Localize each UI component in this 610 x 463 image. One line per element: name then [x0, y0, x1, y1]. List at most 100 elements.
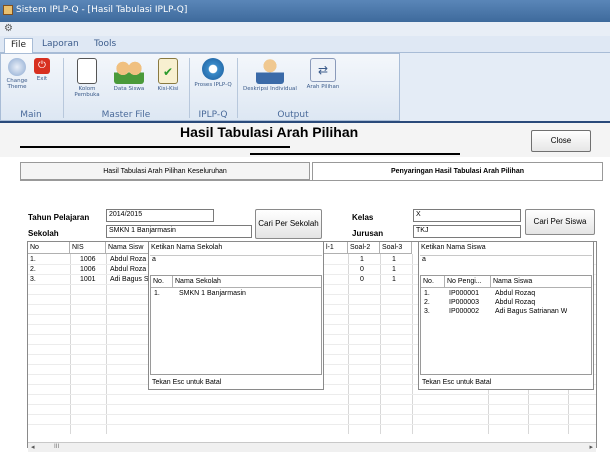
scroll-right-icon[interactable]: ▸ [589, 443, 593, 451]
col-header-no[interactable]: No [28, 242, 70, 254]
kelas-input[interactable]: X [413, 209, 521, 222]
student-popup-title: Ketikan Nama Siswa [421, 244, 486, 251]
student-col-nama[interactable]: Nama Siswa [491, 276, 591, 288]
table-cell-nama: Abdul Roza [110, 266, 147, 273]
scroll-left-icon[interactable]: ◂ [31, 443, 35, 451]
sekolah-input[interactable]: SMKN 1 Banjarmasin [106, 225, 252, 238]
ribbon: Change Theme ⏻ Exit Main Kolom Pembuka D… [0, 53, 400, 121]
list-item[interactable]: 1. [154, 289, 160, 299]
table-cell-soal-2: 0 [360, 276, 364, 283]
kisi-kisi-button[interactable]: ✔ Kisi-Kisi [151, 58, 185, 92]
kolom-pembuka-button[interactable]: Kolom Pembuka [67, 58, 107, 98]
grid-row-line [28, 424, 596, 425]
student-results-list: No. No Pengi... Nama Siswa 1. IP000001 A… [420, 275, 592, 375]
student-col-no[interactable]: No. [421, 276, 445, 288]
document-icon [77, 58, 97, 84]
group-iplp-q-label: IPLP-Q [198, 110, 228, 120]
list-item-name[interactable]: SMKN 1 Banjarmasin [179, 289, 246, 299]
exit-button[interactable]: ⏻ Exit [31, 58, 53, 82]
menu-tools[interactable]: Tools [88, 38, 122, 53]
list-item[interactable]: 3. [424, 307, 430, 317]
scroll-thumb[interactable]: III [54, 443, 59, 450]
table-cell-soal-2: 1 [360, 256, 364, 263]
page-title: Hasil Tabulasi Arah Pilihan [180, 124, 359, 140]
col-header-soal-2[interactable]: Soal-2 [348, 242, 380, 254]
table-cell-soal-2: 0 [360, 266, 364, 273]
tab-bar: Hasil Tabulasi Arah Pilihan Keseluruhan … [20, 162, 603, 180]
proses-iplp-q-button[interactable]: Proses IPLP-Q [193, 58, 233, 88]
col-header-soal-3[interactable]: Soal-3 [380, 242, 412, 254]
direction-icon: ⇄ [310, 58, 336, 82]
menu-bar: File Laporan Tools [0, 36, 610, 53]
sekolah-label: Sekolah [28, 229, 59, 238]
power-icon: ⏻ [34, 58, 50, 74]
theme-icon [8, 58, 26, 76]
kelas-label: Kelas [352, 213, 374, 222]
deskripsi-individual-button[interactable]: Deskripsi Individual [241, 58, 299, 92]
app-icon [3, 5, 13, 15]
arah-pilihan-button[interactable]: ⇄ Arah Pilihan [301, 58, 345, 90]
list-item-id[interactable]: IP000002 [449, 307, 479, 317]
col-header-soal-1[interactable]: l-1 [324, 242, 348, 254]
school-search-input[interactable]: a [150, 255, 322, 267]
tab-underline [20, 180, 603, 181]
grid-row-line [28, 394, 596, 395]
grid-row-line [28, 404, 596, 405]
group-separator [63, 58, 64, 118]
table-cell-nis: 1006 [80, 266, 96, 273]
list-item-name[interactable]: Adi Bagus Satrianan W [495, 307, 567, 317]
person-report-icon [256, 58, 284, 84]
school-search-popup: Ketikan Nama Sekolah a No. Nama Sekolah … [148, 241, 324, 390]
school-col-nama[interactable]: Nama Sekolah [173, 276, 321, 288]
student-search-popup: Ketikan Nama Siswa a No. No Pengi... Nam… [418, 241, 594, 390]
tahun-pelajaran-input[interactable]: 2014/2015 [106, 209, 214, 222]
school-popup-footer: Tekan Esc untuk Batal [152, 379, 222, 386]
jurusan-input[interactable]: TKJ [413, 225, 521, 238]
cari-per-sekolah-button[interactable]: Cari Per Sekolah [255, 209, 322, 239]
checklist-icon: ✔ [158, 58, 178, 84]
title-bar: Sistem IPLP-Q - [Hasil Tabulasi IPLP-Q] [0, 0, 610, 22]
group-separator [189, 58, 190, 118]
table-row[interactable]: 1. [30, 255, 36, 265]
table-cell-soal-3: 1 [392, 276, 396, 283]
group-separator [237, 58, 238, 118]
student-popup-footer: Tekan Esc untuk Batal [422, 379, 492, 386]
table-cell-nis: 1006 [80, 256, 96, 263]
group-output-label: Output [277, 110, 309, 120]
group-main-label: Main [20, 110, 42, 120]
table-cell-soal-3: 1 [392, 256, 396, 263]
process-icon [202, 58, 224, 80]
table-row[interactable]: 3. [30, 275, 36, 285]
school-popup-title: Ketikan Nama Sekolah [151, 244, 223, 251]
school-col-no[interactable]: No. [151, 276, 173, 288]
table-row[interactable]: 2. [30, 265, 36, 275]
system-menu-icon[interactable]: ⚙ [4, 23, 13, 34]
data-siswa-button[interactable]: Data Siswa [109, 58, 149, 92]
cari-per-siswa-button[interactable]: Cari Per Siswa [525, 209, 595, 235]
table-cell-soal-3: 1 [392, 266, 396, 273]
users-icon [114, 58, 144, 84]
col-header-nama-siswa[interactable]: Nama Sisw [106, 242, 152, 254]
table-cell-nama: Abdul Roza [110, 256, 147, 263]
tab-keseluruhan[interactable]: Hasil Tabulasi Arah Pilihan Keseluruhan [20, 162, 310, 180]
menu-file[interactable]: File [4, 38, 34, 53]
tahun-pelajaran-label: Tahun Pelajaran [28, 213, 90, 222]
group-master-file-label: Master File [101, 110, 151, 120]
change-theme-button[interactable]: Change Theme [3, 58, 31, 90]
student-col-no-pengi[interactable]: No Pengi... [445, 276, 491, 288]
ribbon-empty-area [400, 53, 610, 121]
jurusan-label: Jurusan [352, 229, 384, 238]
table-cell-nis: 1001 [80, 276, 96, 283]
tab-penyaringan[interactable]: Penyaringan Hasil Tabulasi Arah Pilihan [312, 162, 603, 180]
menu-laporan[interactable]: Laporan [36, 38, 85, 53]
horizontal-scrollbar[interactable]: ◂ III ▸ [28, 442, 596, 452]
title-underline-left [20, 146, 290, 148]
title-underline-right [250, 153, 460, 155]
col-header-nis[interactable]: NIS [70, 242, 106, 254]
close-button[interactable]: Close [531, 130, 591, 152]
system-menu-bar: ⚙ [0, 22, 610, 36]
grid-row-line [28, 414, 596, 415]
student-search-input[interactable]: a [420, 255, 592, 267]
window-title: Sistem IPLP-Q - [Hasil Tabulasi IPLP-Q] [16, 5, 188, 15]
school-results-list: No. Nama Sekolah 1. SMKN 1 Banjarmasin [150, 275, 322, 375]
